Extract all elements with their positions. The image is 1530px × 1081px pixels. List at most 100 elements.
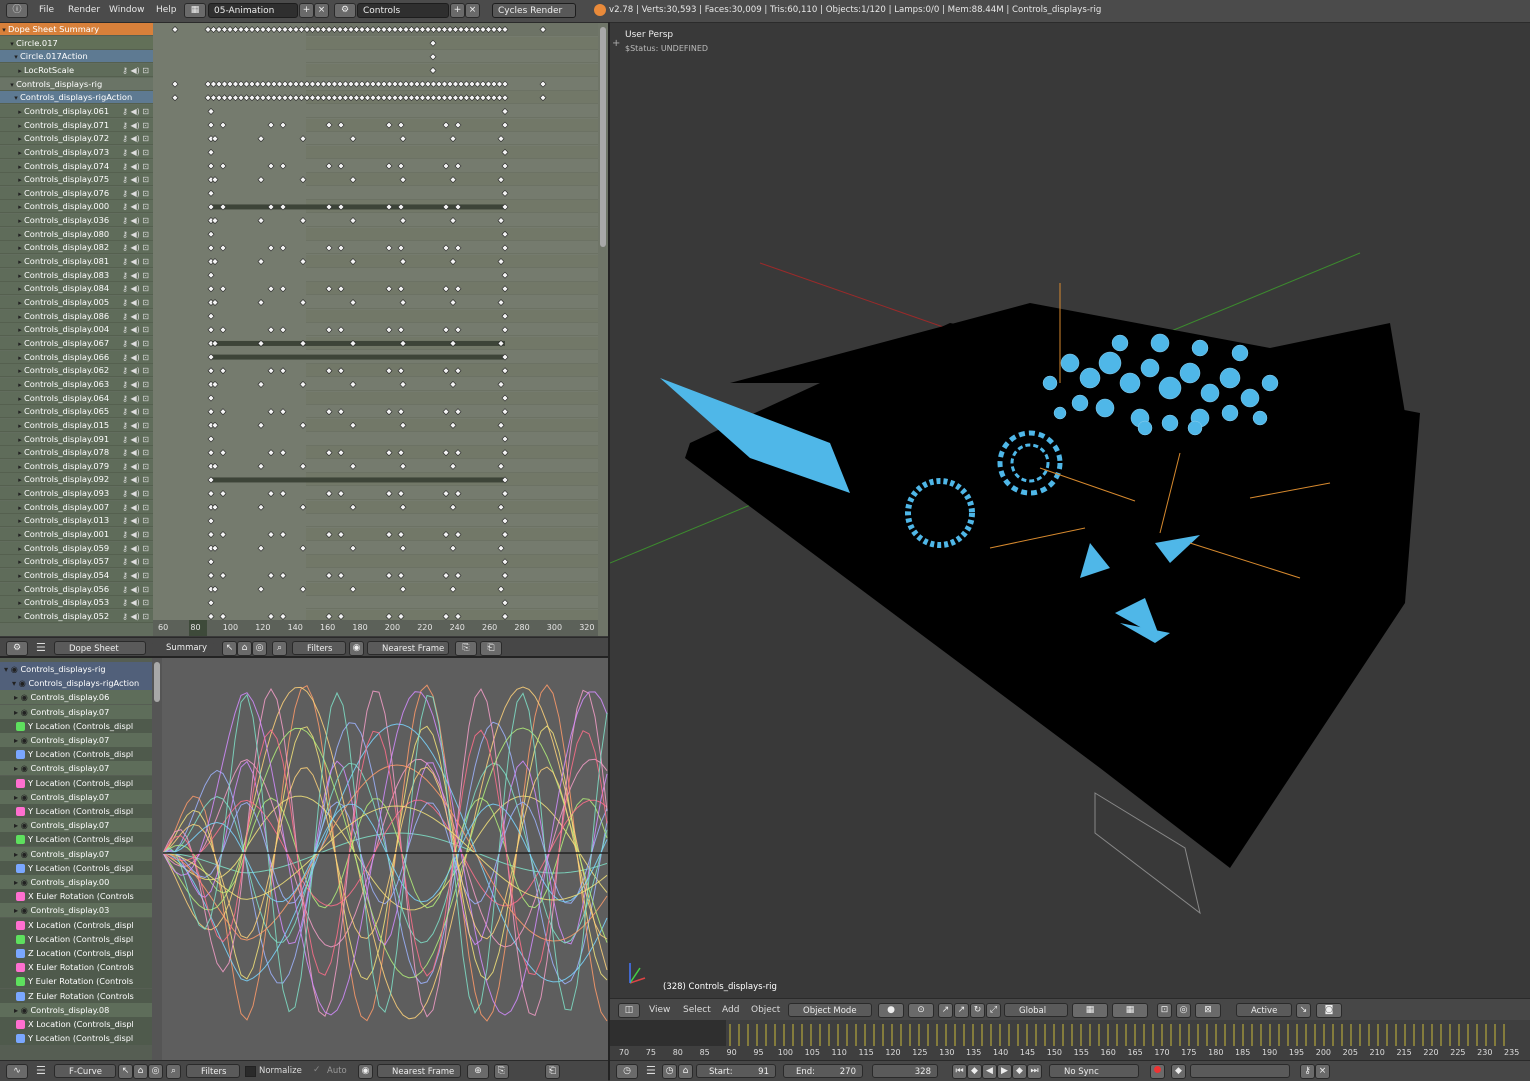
graph-channel-row[interactable]: Y Location (Controls_displ [0,832,160,847]
normalize-checkbox[interactable] [245,1066,256,1077]
menu-window[interactable]: Window [109,5,145,15]
delete-scene-icon[interactable]: × [465,3,480,18]
pivot-icon[interactable]: ⊙ [908,1003,934,1018]
expand-triangle-icon[interactable]: ▸ [16,352,24,363]
end-frame-field[interactable]: End: 270 [783,1064,863,1078]
pivot-icon[interactable]: ⊕ [467,1064,489,1079]
graph-channel-row[interactable]: Z Euler Rotation (Controls [0,988,160,1003]
fcurve-color-swatch[interactable] [16,1020,25,1029]
scrollbar-thumb[interactable] [600,27,606,247]
expand-triangle-icon[interactable]: ▾ [0,24,8,35]
dope-channel-row[interactable]: ▸ Controls_display.036 ⚷ ◀) ⊡ [0,214,153,228]
expand-triangle-icon[interactable]: ▸ [16,611,24,622]
dope-channel-row[interactable]: ▸ Controls_display.057 ⚷ ◀) ⊡ [0,555,153,569]
dope-channel-row[interactable]: ▸ Controls_display.067 ⚷ ◀) ⊡ [0,336,153,350]
channel-toggle-icons[interactable]: ⚷ ◀) ⊡ [122,146,149,158]
expand-triangle-icon[interactable]: ▸ [16,393,24,404]
channel-toggle-icons[interactable]: ⚷ ◀) ⊡ [122,255,149,267]
expand-triangle-icon[interactable]: ▸ ◉ [14,849,30,859]
fcurve-color-swatch[interactable] [16,934,25,944]
graph-channel-row[interactable]: Y Location (Controls_displ [0,931,160,946]
expand-triangle-icon[interactable]: ▾ [12,51,20,62]
expand-triangle-icon[interactable]: ▸ [16,229,24,240]
channel-toggle-icons[interactable]: ⚷ ◀) ⊡ [122,364,149,376]
expand-triangle-icon[interactable]: ▸ [16,434,24,445]
channel-toggle-icons[interactable]: ⚷ ◀) ⊡ [122,173,149,185]
channel-toggle-icons[interactable]: ⚷ ◀) ⊡ [122,405,149,417]
channel-toggle-icons[interactable]: ⚷ ◀) ⊡ [122,583,149,595]
viewport-editor-type-icon[interactable]: ◫ [618,1003,640,1018]
expand-triangle-icon[interactable]: ▸ [16,174,24,185]
dope-channel-row[interactable]: ▸ Controls_display.059 ⚷ ◀) ⊡ [0,541,153,555]
expand-triangle-icon[interactable]: ▸ [16,556,24,567]
expand-triangle-icon[interactable]: ▸ [16,242,24,253]
graph-channel-row[interactable]: ▸ ◉ Controls_display.07 [0,704,160,719]
jump-start-icon[interactable]: ⏮ [952,1064,967,1079]
expand-triangle-icon[interactable]: ▸ ◉ [14,877,30,887]
graph-channel-scrollbar[interactable] [152,658,162,1060]
jump-end-icon[interactable]: ⏭ [1027,1064,1042,1079]
fcurve-canvas[interactable] [163,658,608,1060]
mode-dropdown[interactable]: Object Mode [788,1003,872,1017]
channel-toggle-icons[interactable]: ⚷ ◀) ⊡ [122,323,149,335]
expand-triangle-icon[interactable]: ▸ [16,474,24,485]
expand-triangle-icon[interactable]: ▾ ◉ [4,664,20,674]
expand-triangle-icon[interactable]: ▸ [16,256,24,267]
channel-toggle-icons[interactable]: ⚷ ◀) ⊡ [122,378,149,390]
dope-channel-row[interactable]: ▸ Controls_display.072 ⚷ ◀) ⊡ [0,132,153,146]
graph-channel-row[interactable]: X Euler Rotation (Controls [0,960,160,975]
copy-keys-icon[interactable]: ⎘ [455,641,477,656]
dope-channel-row[interactable]: ▸ Controls_display.093 ⚷ ◀) ⊡ [0,487,153,501]
channel-toggle-icons[interactable]: ⚷ ◀) ⊡ [122,160,149,172]
start-frame-field[interactable]: Start: 91 [696,1064,776,1078]
channel-toggle-icons[interactable]: ⚷ ◀) ⊡ [122,200,149,212]
expand-triangle-icon[interactable]: ▸ ◉ [14,735,30,745]
fcurve-mode-dropdown[interactable]: F-Curve [54,1064,116,1078]
channel-toggle-icons[interactable]: ⚷ ◀) ⊡ [122,460,149,472]
auto-checkbox[interactable]: ✓ [313,1065,321,1075]
expand-triangle-icon[interactable]: ▸ [16,120,24,131]
dope-channel-row[interactable]: ▸ Controls_display.081 ⚷ ◀) ⊡ [0,255,153,269]
expand-triangle-icon[interactable]: ▸ [16,515,24,526]
dope-channel-row[interactable]: ▸ Controls_display.056 ⚷ ◀) ⊡ [0,582,153,596]
manipulator-icon[interactable]: ↗ [938,1003,953,1018]
info-editor-icon[interactable]: ⓘ [6,3,28,18]
graph-channel-row[interactable]: ▾ ◉ Controls_displays-rig [0,662,160,676]
fcurve-color-swatch[interactable] [16,920,25,930]
expand-triangle-icon[interactable]: ▸ [16,65,24,76]
channel-toggle-icons[interactable]: ⚷ ◀) ⊡ [122,337,149,349]
channel-toggle-icons[interactable]: ⚷ ◀) ⊡ [122,119,149,131]
graph-channel-row[interactable]: ▸ ◉ Controls_display.07 [0,846,160,861]
snap-dropdown[interactable]: Nearest Frame [367,641,449,655]
graph-channel-row[interactable]: ▾ ◉ Controls_displays-rigAction [0,676,160,691]
fcurve-color-swatch[interactable] [16,863,25,873]
channel-toggle-icons[interactable]: ⚷ ◀) ⊡ [122,419,149,431]
dope-channel-row[interactable]: ▸ Controls_display.092 ⚷ ◀) ⊡ [0,473,153,487]
expand-triangle-icon[interactable]: ▸ [16,338,24,349]
summary-toggle[interactable]: Summary [152,641,214,655]
timeline-editor[interactable]: 70 75 80 85 90 95 100 105 110 115 120 125 130 135 140 1… [610,1020,1530,1060]
dope-channel-row[interactable]: ▸ Controls_display.082 ⚷ ◀) ⊡ [0,241,153,255]
dope-mode-dropdown[interactable]: Dope Sheet [54,641,146,655]
lock-icon[interactable]: ⊡ [1157,1003,1172,1018]
expand-triangle-icon[interactable]: ▾ [8,38,16,49]
graph-channel-row[interactable]: ▸ ◉ Controls_display.07 [0,818,160,833]
channel-toggle-icons[interactable]: ⚷ ◀) ⊡ [122,282,149,294]
expand-triangle-icon[interactable]: ▸ ◉ [14,1005,30,1015]
next-keyframe-icon[interactable]: ◆ [1012,1064,1027,1079]
current-frame-field[interactable]: 328 [872,1064,938,1078]
scale-icon[interactable]: ⤢ [986,1003,1001,1018]
channel-toggle-icons[interactable]: ⚷ ◀) ⊡ [122,569,149,581]
channel-toggle-icons[interactable]: ⚷ ◀) ⊡ [122,542,149,554]
dope-channel-row[interactable]: ▾ Dope Sheet Summary [0,23,153,36]
lock-range-icon[interactable]: ⌂ [678,1064,693,1079]
dope-channel-row[interactable]: ▸ Controls_display.054 ⚷ ◀) ⊡ [0,569,153,582]
expand-triangle-icon[interactable]: ▸ [16,365,24,376]
dope-channel-row[interactable]: ▸ Controls_display.083 ⚷ ◀) ⊡ [0,268,153,282]
channel-toggle-icons[interactable]: ⚷ ◀) ⊡ [122,296,149,308]
expand-triangle-icon[interactable]: ▸ [16,488,24,499]
fcurve-color-swatch[interactable] [16,778,25,788]
fcurve-color-swatch[interactable] [16,750,25,760]
expand-triangle-icon[interactable]: ▸ ◉ [14,692,30,702]
graph-channel-row[interactable]: ▸ ◉ Controls_display.07 [0,789,160,804]
